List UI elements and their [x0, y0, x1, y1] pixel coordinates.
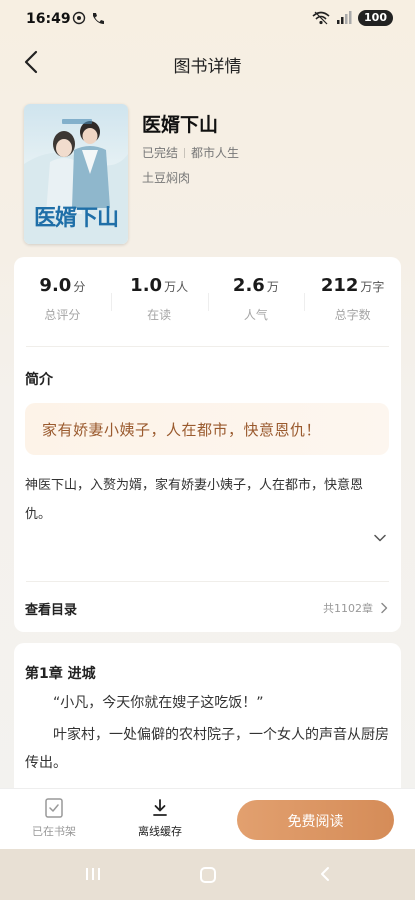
- signal-icon: [337, 11, 352, 24]
- back-nav-icon[interactable]: [318, 866, 332, 882]
- stat-value: 9.0: [39, 275, 72, 296]
- stat-word-count: 212 万字 总字数: [304, 275, 401, 323]
- offline-cache-label: 离线缓存: [138, 825, 182, 838]
- toc-label: 查看目录: [25, 603, 78, 618]
- chevron-right-icon: [381, 602, 388, 614]
- on-shelf-label: 已在书架: [32, 825, 76, 838]
- stat-label: 人气: [243, 308, 268, 322]
- location-status-icon: [72, 11, 86, 25]
- status-bar: 16:49 100: [0, 0, 415, 36]
- chevron-down-icon[interactable]: [372, 530, 388, 546]
- battery-indicator: 100: [358, 10, 393, 26]
- stat-value: 1.0: [130, 275, 163, 296]
- stat-label: 总评分: [44, 308, 81, 322]
- intro-heading: 简介: [25, 372, 53, 388]
- intro-quote: 家有娇妻小姨子，人在都市，快意恩仇！: [42, 421, 322, 439]
- book-category[interactable]: 都市人生: [191, 144, 239, 161]
- stat-rating: 9.0 分 总评分: [14, 275, 111, 323]
- divider: [26, 581, 389, 582]
- wifi-icon: [312, 11, 330, 25]
- chapter-count: 共1102章: [323, 602, 373, 615]
- meta-divider: [184, 147, 186, 158]
- bottom-action-bar: 已在书架 离线缓存 免费阅读: [0, 788, 415, 850]
- book-meta: 已完结 都市人生: [142, 144, 239, 161]
- stat-unit: 万: [266, 280, 279, 294]
- chapter-preview-card: 第1章 进城 “小凡，今天你就在嫂子这吃饭！” 叶家村，一处偏僻的农村院子，一个…: [14, 643, 401, 803]
- bookshelf-check-icon: [45, 798, 63, 818]
- nav-header: 图书详情: [0, 40, 415, 84]
- offline-cache-button[interactable]: 离线缓存: [115, 797, 205, 839]
- book-info-card: 9.0 分 总评分 1.0 万人 在读 2.6 万 人气 212 万字 总字数 简介 家…: [14, 257, 401, 632]
- stat-unit: 分: [73, 280, 86, 294]
- intro-body: 神医下山，入赘为婿，家有娇妻小姨子，人在都市，快意恩仇。: [25, 478, 364, 522]
- home-icon[interactable]: [199, 866, 217, 884]
- stat-popularity: 2.6 万 人气: [207, 275, 305, 323]
- recent-apps-icon[interactable]: [84, 866, 102, 882]
- book-status: 已完结: [142, 146, 179, 160]
- book-title: 医婿下山: [142, 114, 219, 136]
- stats-row: 9.0 分 总评分 1.0 万人 在读 2.6 万 人气 212 万字 总字数: [14, 275, 401, 323]
- stat-value: 212: [320, 275, 359, 296]
- page-title: 图书详情: [173, 57, 242, 77]
- book-author[interactable]: 土豆焖肉: [142, 169, 190, 186]
- book-cover[interactable]: 医婿下山: [24, 104, 128, 244]
- system-nav-bar: [0, 849, 415, 900]
- chapter-paragraph: 叶家村，一处偏僻的农村院子，一个女人的声音从厨房传出。: [25, 727, 389, 771]
- stat-label: 在读: [147, 308, 172, 322]
- on-shelf-button[interactable]: 已在书架: [9, 797, 99, 839]
- stat-unit: 万人: [164, 280, 189, 294]
- stat-readers: 1.0 万人 在读: [110, 275, 208, 323]
- chapter-title: 第1章 进城: [25, 666, 96, 682]
- phone-status-icon: [93, 13, 104, 24]
- intro-quote-box: 家有娇妻小姨子，人在都市，快意恩仇！: [25, 403, 389, 455]
- download-icon: [153, 799, 167, 816]
- chapter-paragraph: “小凡，今天你就在嫂子这吃饭！”: [53, 695, 264, 711]
- cover-title: 医婿下山: [33, 205, 119, 231]
- status-right: 100: [312, 10, 393, 26]
- status-time: 16:49: [26, 11, 71, 27]
- free-read-button[interactable]: 免费阅读: [237, 800, 394, 840]
- table-of-contents-row[interactable]: 查看目录 共1102章: [14, 595, 401, 623]
- stat-label: 总字数: [334, 308, 371, 322]
- stat-value: 2.6: [232, 275, 265, 296]
- stat-unit: 万字: [360, 280, 385, 294]
- status-left-icons: [72, 11, 106, 25]
- divider: [26, 346, 389, 347]
